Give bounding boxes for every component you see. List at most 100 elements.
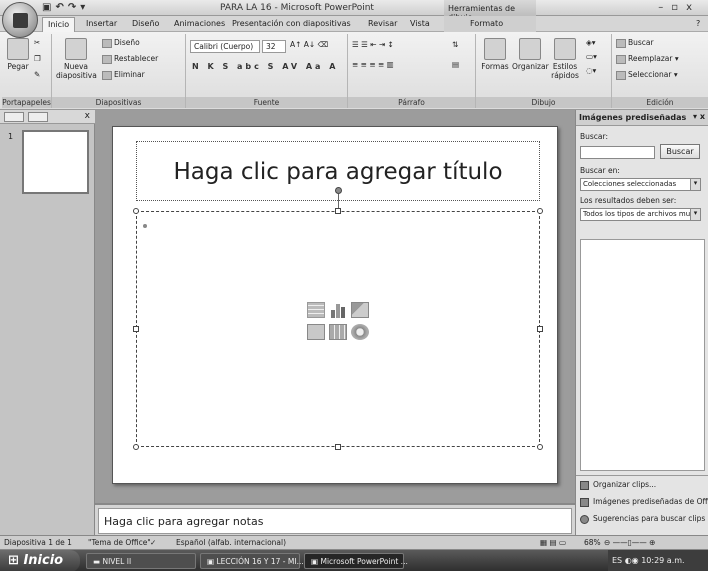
cut-icon[interactable]: ✂: [34, 38, 40, 47]
taskbar-item-nivel[interactable]: ▬ NIVEL II: [86, 553, 196, 569]
language-indicator[interactable]: ES: [612, 556, 622, 565]
task-pane-title: Imágenes prediseñadas: [579, 113, 687, 122]
new-slide-button[interactable]: Nueva diapositiva: [56, 38, 97, 80]
view-buttons[interactable]: ▦ ▤ ▭: [540, 538, 566, 547]
group-font: Calibri (Cuerpo) 32 A↑ A↓ ⌫ N K S abc S …: [186, 34, 348, 108]
search-in-label: Buscar en:: [580, 166, 620, 175]
resize-handle[interactable]: [133, 444, 139, 450]
copy-icon[interactable]: ❐: [34, 54, 41, 63]
slide-editing-area: Haga clic para agregar título: [95, 110, 575, 503]
group-label-clipboard: Portapapeles: [2, 97, 51, 108]
tab-insertar[interactable]: Insertar: [86, 19, 117, 28]
layout-button[interactable]: Diseño: [102, 38, 140, 48]
slides-tab-icon[interactable]: [4, 112, 24, 122]
resize-handle[interactable]: [537, 444, 543, 450]
group-clipboard: Pegar ✂ ❐ ✎ Portapapeles: [2, 34, 52, 108]
insert-content-icons: [307, 302, 373, 350]
resize-handle[interactable]: [537, 326, 543, 332]
select-button[interactable]: Seleccionar ▾: [616, 70, 678, 80]
search-tips-link[interactable]: Sugerencias para buscar clips: [580, 514, 705, 524]
tray-icons[interactable]: ◐◉: [625, 556, 642, 565]
shape-outline-icon[interactable]: ▭▾: [586, 52, 597, 61]
organize-clips-link[interactable]: Organizar clips...: [580, 480, 656, 490]
clock: 10:29 a.m.: [641, 556, 685, 565]
search-in-select[interactable]: Colecciones seleccionadas ▾: [580, 178, 701, 191]
tab-diseno[interactable]: Diseño: [132, 19, 159, 28]
arrange-icon: [519, 38, 541, 60]
quick-styles-button[interactable]: Estilos rápidos: [548, 38, 582, 80]
insert-picture-icon[interactable]: [307, 324, 325, 340]
grow-font-icon[interactable]: A↑ A↓ ⌫: [290, 40, 328, 49]
zoom-level[interactable]: 68%: [584, 538, 601, 547]
redo-icon[interactable]: ↷: [68, 2, 76, 13]
resize-handle[interactable]: [335, 444, 341, 450]
group-slides: Nueva diapositiva Diseño Restablecer Eli…: [52, 34, 186, 108]
find-button[interactable]: Buscar: [616, 38, 654, 48]
format-painter-icon[interactable]: ✎: [34, 70, 40, 79]
tab-inicio[interactable]: Inicio: [42, 17, 76, 32]
insert-smartart-icon[interactable]: [351, 302, 369, 318]
insert-chart-icon[interactable]: [329, 302, 347, 318]
text-direction-icon[interactable]: ⇅: [452, 40, 458, 49]
paste-button[interactable]: Pegar: [6, 38, 30, 71]
tab-presentacion[interactable]: Presentación con diapositivas: [232, 19, 351, 28]
tab-vista[interactable]: Vista: [410, 19, 430, 28]
task-pane-header: Imágenes prediseñadas ▾ x: [576, 110, 708, 126]
resize-handle[interactable]: [335, 208, 341, 214]
smartart-icon[interactable]: ▤: [452, 60, 459, 69]
tab-formato[interactable]: Formato: [470, 19, 503, 28]
insert-clipart-icon[interactable]: [329, 324, 347, 340]
taskbar-item-word[interactable]: ▣ LECCIÓN 16 Y 17 - MI...: [200, 553, 304, 569]
tab-revisar[interactable]: Revisar: [368, 19, 397, 28]
help-icon[interactable]: ?: [696, 19, 700, 28]
results-type-select[interactable]: Todos los tipos de archivos mult ▾: [580, 208, 701, 221]
select-icon: [616, 70, 626, 80]
chevron-down-icon: ▾: [690, 209, 700, 220]
font-size-combo[interactable]: 32: [262, 40, 286, 53]
rotation-handle[interactable]: [335, 187, 342, 194]
task-pane-close-icon[interactable]: ▾ x: [693, 112, 705, 121]
insert-table-icon[interactable]: [307, 302, 325, 318]
language-status[interactable]: Español (alfab. internacional): [176, 538, 286, 547]
zoom-slider[interactable]: ⊖ ——▯—— ⊕: [604, 538, 655, 547]
insert-media-icon[interactable]: [351, 324, 369, 340]
search-button[interactable]: Buscar: [660, 144, 700, 159]
close-panel-icon[interactable]: x: [85, 111, 90, 121]
notes-placeholder[interactable]: Haga clic para agregar notas: [98, 508, 572, 534]
restore-icon[interactable]: ▫: [671, 2, 686, 13]
spellcheck-icon[interactable]: ✓: [150, 538, 156, 547]
save-icon[interactable]: ▣: [42, 2, 51, 13]
search-input[interactable]: [580, 146, 655, 159]
contextual-tab-header: Herramientas de dibujo: [444, 0, 536, 22]
reset-button[interactable]: Restablecer: [102, 54, 158, 64]
ribbon: Pegar ✂ ❐ ✎ Portapapeles Nueva diapositi…: [0, 32, 708, 110]
format-buttons[interactable]: N K S abc S AV Aa A: [192, 62, 338, 71]
slide-canvas: Haga clic para agregar título: [112, 126, 558, 484]
close-icon[interactable]: x: [686, 2, 700, 13]
shape-effects-icon[interactable]: ◌▾: [586, 66, 596, 75]
results-area[interactable]: [580, 239, 705, 471]
office-online-clipart-link[interactable]: Imágenes prediseñadas de Office: [580, 497, 708, 507]
arrange-button[interactable]: Organizar: [512, 38, 549, 71]
delete-slide-button[interactable]: Eliminar: [102, 70, 145, 80]
resize-handle[interactable]: [537, 208, 543, 214]
content-placeholder[interactable]: [133, 187, 543, 450]
shape-fill-icon[interactable]: ◈▾: [586, 38, 596, 47]
minimize-icon[interactable]: –: [658, 2, 671, 13]
replace-button[interactable]: Reemplazar ▾: [616, 54, 679, 64]
qat-customize-icon[interactable]: ▾: [80, 2, 85, 13]
align-icon[interactable]: ≡ ≡ ≡ ≡ ▥: [352, 60, 394, 69]
resize-handle[interactable]: [133, 326, 139, 332]
resize-handle[interactable]: [133, 208, 139, 214]
undo-icon[interactable]: ↶: [55, 2, 63, 13]
bullets-icon[interactable]: ☰ ☰ ⇤ ⇥ ↕: [352, 40, 394, 49]
group-paragraph: ☰ ☰ ⇤ ⇥ ↕ ≡ ≡ ≡ ≡ ▥ ⇅ ▤ Párrafo: [348, 34, 476, 108]
shapes-button[interactable]: Formas: [478, 38, 512, 71]
taskbar-item-powerpoint[interactable]: ▣ Microsoft PowerPoint ...: [304, 553, 408, 569]
outline-tab-icon[interactable]: [28, 112, 48, 122]
font-name-combo[interactable]: Calibri (Cuerpo): [190, 40, 260, 53]
tab-animaciones[interactable]: Animaciones: [174, 19, 225, 28]
slide-thumbnail[interactable]: [22, 130, 89, 194]
start-button[interactable]: ⊞ Inicio: [0, 550, 80, 571]
office-button[interactable]: [2, 2, 38, 38]
